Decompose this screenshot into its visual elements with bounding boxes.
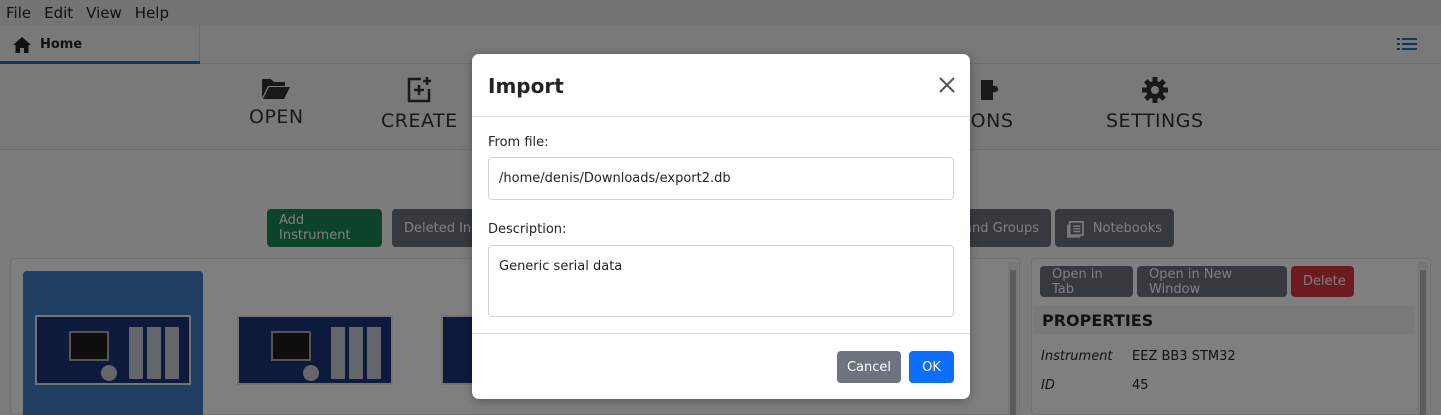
close-icon[interactable] [938, 76, 956, 99]
description-label: Description: [488, 222, 567, 237]
ok-button[interactable]: OK [909, 351, 954, 383]
description-textarea[interactable]: Generic serial data [488, 245, 954, 317]
from-file-input[interactable]: /home/denis/Downloads/export2.db [488, 157, 954, 200]
import-dialog: Import From file: /home/denis/Downloads/… [472, 54, 970, 399]
from-file-label: From file: [488, 135, 549, 150]
dialog-title: Import [488, 74, 564, 98]
dialog-header: Import [472, 54, 970, 117]
cancel-button[interactable]: Cancel [837, 351, 901, 383]
